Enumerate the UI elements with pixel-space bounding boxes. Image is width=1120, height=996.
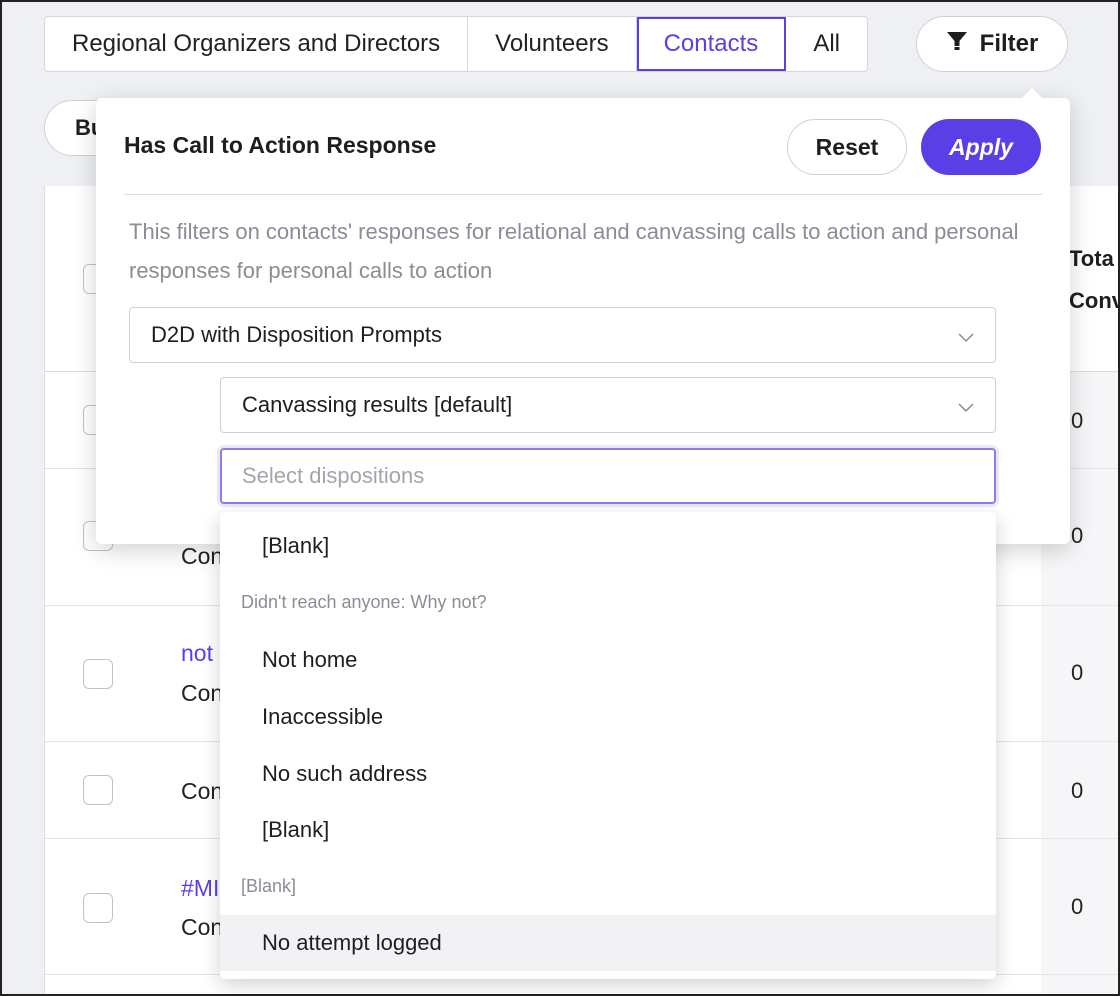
row-contact-text: Con [181,680,224,706]
apply-button[interactable]: Apply [921,119,1041,175]
panel-divider [124,194,1042,195]
panel-caret [1020,88,1044,100]
panel-title: Has Call to Action Response [124,132,437,158]
row-contact-text: Con [181,543,224,569]
filter-panel: Has Call to Action Response Reset Apply … [96,98,1070,544]
menu-option-blank[interactable]: [Blank] [220,802,996,858]
chevron-down-icon [957,396,975,422]
script-select[interactable]: Canvassing results [default] [220,377,996,433]
menu-option-no-attempt-logged[interactable]: No attempt logged [220,915,996,971]
reset-button[interactable]: Reset [787,119,907,175]
dispositions-search-input[interactable] [220,448,996,504]
call-to-action-select-value: D2D with Disposition Prompts [151,322,442,347]
script-select-value: Canvassing results [default] [242,392,513,417]
total-conversations-header: Tota Conv [1069,246,1120,313]
panel-description: This filters on contacts' responses for … [129,219,1019,283]
tab-volunteers[interactable]: Volunteers [468,17,637,71]
row-contact-text: Con [181,914,224,940]
row-total: 0 [1071,660,1084,685]
tab-regional-organizers[interactable]: Regional Organizers and Directors [45,17,469,71]
filter-button[interactable]: Filter [916,16,1068,72]
row-checkbox[interactable] [83,893,113,923]
view-tabs: Regional Organizers and Directors Volunt… [44,16,868,72]
row-total: 0 [1071,894,1084,919]
menu-option-blank[interactable]: [Blank] [220,518,996,574]
chevron-down-icon [957,326,975,352]
menu-group-label: [Blank] [241,876,297,896]
menu-option-not-home[interactable]: Not home [220,632,996,688]
call-to-action-select[interactable]: D2D with Disposition Prompts [129,307,996,363]
menu-option-no-such-address[interactable]: No such address [220,746,996,802]
row-contact-text: Con [181,778,224,804]
dispositions-menu: [Blank] Didn't reach anyone: Why not? No… [220,512,996,979]
row-contact-link[interactable]: #MI [181,875,219,902]
filter-button-label: Filter [979,30,1039,57]
menu-option-inaccessible[interactable]: Inaccessible [220,689,996,745]
row-total: 0 [1071,408,1084,433]
tab-contacts[interactable]: Contacts [636,17,787,71]
row-total: 0 [1071,778,1084,803]
row-checkbox[interactable] [83,659,113,689]
funnel-icon [946,30,968,59]
tab-all[interactable]: All [786,17,867,71]
menu-group-label: Didn't reach anyone: Why not? [241,592,487,612]
row-total: 0 [1071,523,1084,548]
row-contact-link[interactable]: not [181,640,213,667]
row-checkbox[interactable] [83,775,113,805]
